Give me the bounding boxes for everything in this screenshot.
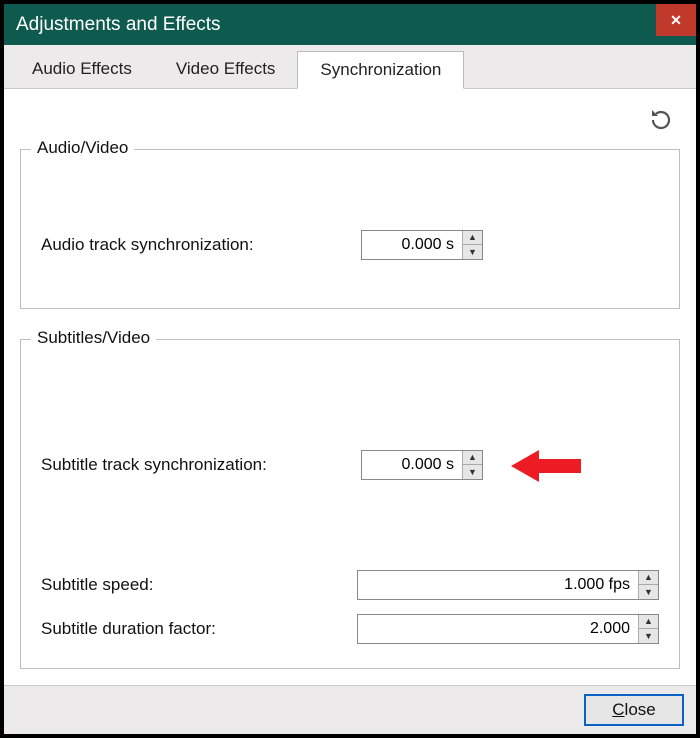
groupbox-subtitles-video: Subtitles/Video Subtitle track synchroni… xyxy=(20,339,680,669)
tab-synchronization[interactable]: Synchronization xyxy=(297,51,464,89)
spin-down-icon[interactable]: ▼ xyxy=(639,629,658,643)
label-subtitle-duration-factor: Subtitle duration factor: xyxy=(41,619,357,639)
spin-down-icon[interactable]: ▼ xyxy=(639,585,658,599)
spin-down-icon[interactable]: ▼ xyxy=(463,465,482,479)
tab-strip: Audio Effects Video Effects Synchronizat… xyxy=(4,45,696,88)
close-button-rest: lose xyxy=(625,700,656,719)
refresh-icon xyxy=(649,108,673,132)
groupbox-subtitles-video-legend: Subtitles/Video xyxy=(31,328,156,348)
window-close-button[interactable]: ✕ xyxy=(656,4,696,36)
window-title: Adjustments and Effects xyxy=(16,14,221,36)
title-bar[interactable]: Adjustments and Effects ✕ xyxy=(4,4,696,45)
groupbox-audio-video: Audio/Video Audio track synchronization:… xyxy=(20,149,680,309)
label-subtitle-speed: Subtitle speed: xyxy=(41,575,357,595)
tab-panel-synchronization: Audio/Video Audio track synchronization:… xyxy=(4,89,696,685)
spin-up-icon[interactable]: ▲ xyxy=(463,231,482,246)
window-frame: Adjustments and Effects ✕ Audio Effects … xyxy=(0,0,700,738)
spinner-audio-track-sync[interactable]: ▲ ▼ xyxy=(361,230,483,260)
input-subtitle-duration-factor[interactable] xyxy=(358,615,638,643)
spinner-subtitle-duration-factor[interactable]: ▲ ▼ xyxy=(357,614,659,644)
input-subtitle-track-sync[interactable] xyxy=(362,451,462,479)
dialog-footer: Close xyxy=(4,685,696,734)
close-icon: ✕ xyxy=(670,12,682,29)
tab-audio-effects[interactable]: Audio Effects xyxy=(10,50,154,88)
spin-up-icon[interactable]: ▲ xyxy=(639,571,658,586)
spin-down-icon[interactable]: ▼ xyxy=(463,245,482,259)
refresh-button[interactable] xyxy=(648,107,674,133)
annotation-arrow xyxy=(511,446,581,486)
spinner-subtitle-speed[interactable]: ▲ ▼ xyxy=(357,570,659,600)
label-audio-track-sync: Audio track synchronization: xyxy=(41,235,361,255)
close-button-accel: C xyxy=(612,700,624,719)
spinner-subtitle-track-sync[interactable]: ▲ ▼ xyxy=(361,450,483,480)
groupbox-audio-video-legend: Audio/Video xyxy=(31,138,134,158)
label-subtitle-track-sync: Subtitle track synchronization: xyxy=(41,455,361,475)
spin-up-icon[interactable]: ▲ xyxy=(639,615,658,630)
spin-up-icon[interactable]: ▲ xyxy=(463,451,482,466)
close-button[interactable]: Close xyxy=(584,694,684,726)
input-audio-track-sync[interactable] xyxy=(362,231,462,259)
tab-video-effects[interactable]: Video Effects xyxy=(154,50,298,88)
input-subtitle-speed[interactable] xyxy=(358,571,638,599)
